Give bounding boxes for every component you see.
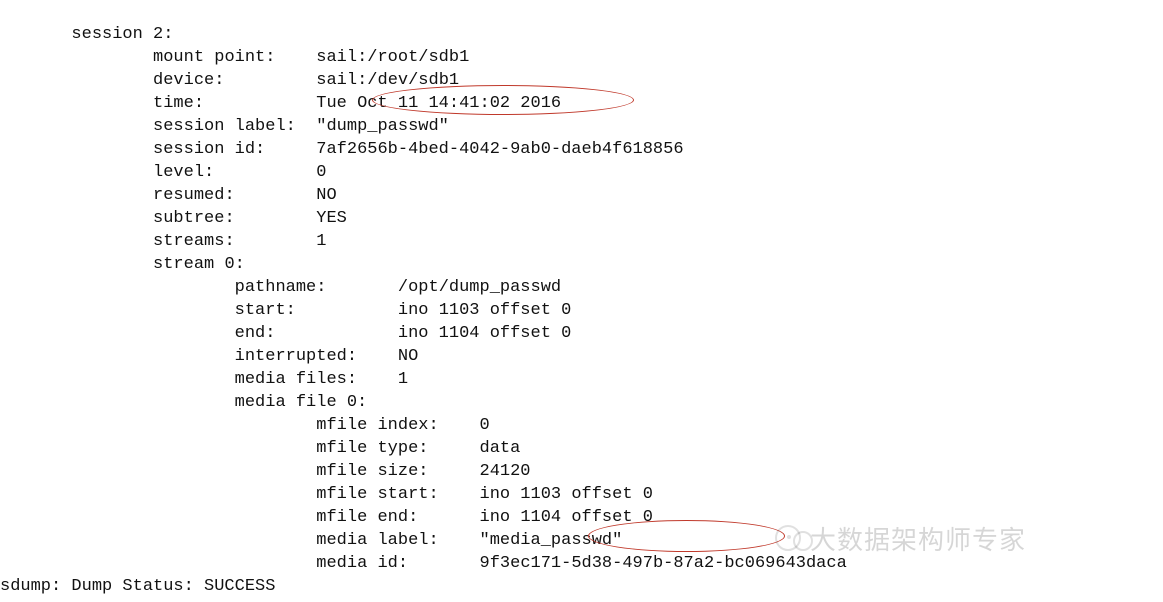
row-mfile-index: mfile index: 0: [0, 416, 490, 435]
row-streams: streams: 1: [0, 232, 326, 251]
row-subtree: subtree: YES: [0, 209, 347, 228]
row-mfile-end: mfile end: ino 1104 offset 0: [0, 508, 653, 527]
row-mount-point: mount point: sail:/root/sdb1: [0, 48, 469, 67]
stream0-header: stream 0:: [0, 255, 245, 274]
row-resumed: resumed: NO: [0, 186, 337, 205]
terminal-output: session 2: mount point: sail:/root/sdb1 …: [0, 0, 1163, 598]
row-mfile-type: mfile type: data: [0, 439, 520, 458]
row-level: level: 0: [0, 163, 326, 182]
row-mfile-size: mfile size: 24120: [0, 462, 531, 481]
row-stream-start: start: ino 1103 offset 0: [0, 301, 571, 320]
row-media-id: media id: 9f3ec171-5d38-497b-87a2-bc0696…: [0, 554, 847, 573]
row-interrupted: interrupted: NO: [0, 347, 418, 366]
row-time: time: Tue Oct 11 14:41:02 2016: [0, 94, 561, 113]
row-mfile-start: mfile start: ino 1103 offset 0: [0, 485, 653, 504]
row-session-label: session label: "dump_passwd": [0, 117, 449, 136]
session-header: session 2:: [0, 25, 173, 44]
row-pathname: pathname: /opt/dump_passwd: [0, 278, 561, 297]
status-line: sdump: Dump Status: SUCCESS: [0, 577, 275, 596]
row-session-id: session id: 7af2656b-4bed-4042-9ab0-daeb…: [0, 140, 684, 159]
row-stream-end: end: ino 1104 offset 0: [0, 324, 571, 343]
row-device: device: sail:/dev/sdb1: [0, 71, 459, 90]
row-media-label: media label: "media_passwd": [0, 531, 622, 550]
row-media-files: media files: 1: [0, 370, 408, 389]
media-file0-header: media file 0:: [0, 393, 367, 412]
